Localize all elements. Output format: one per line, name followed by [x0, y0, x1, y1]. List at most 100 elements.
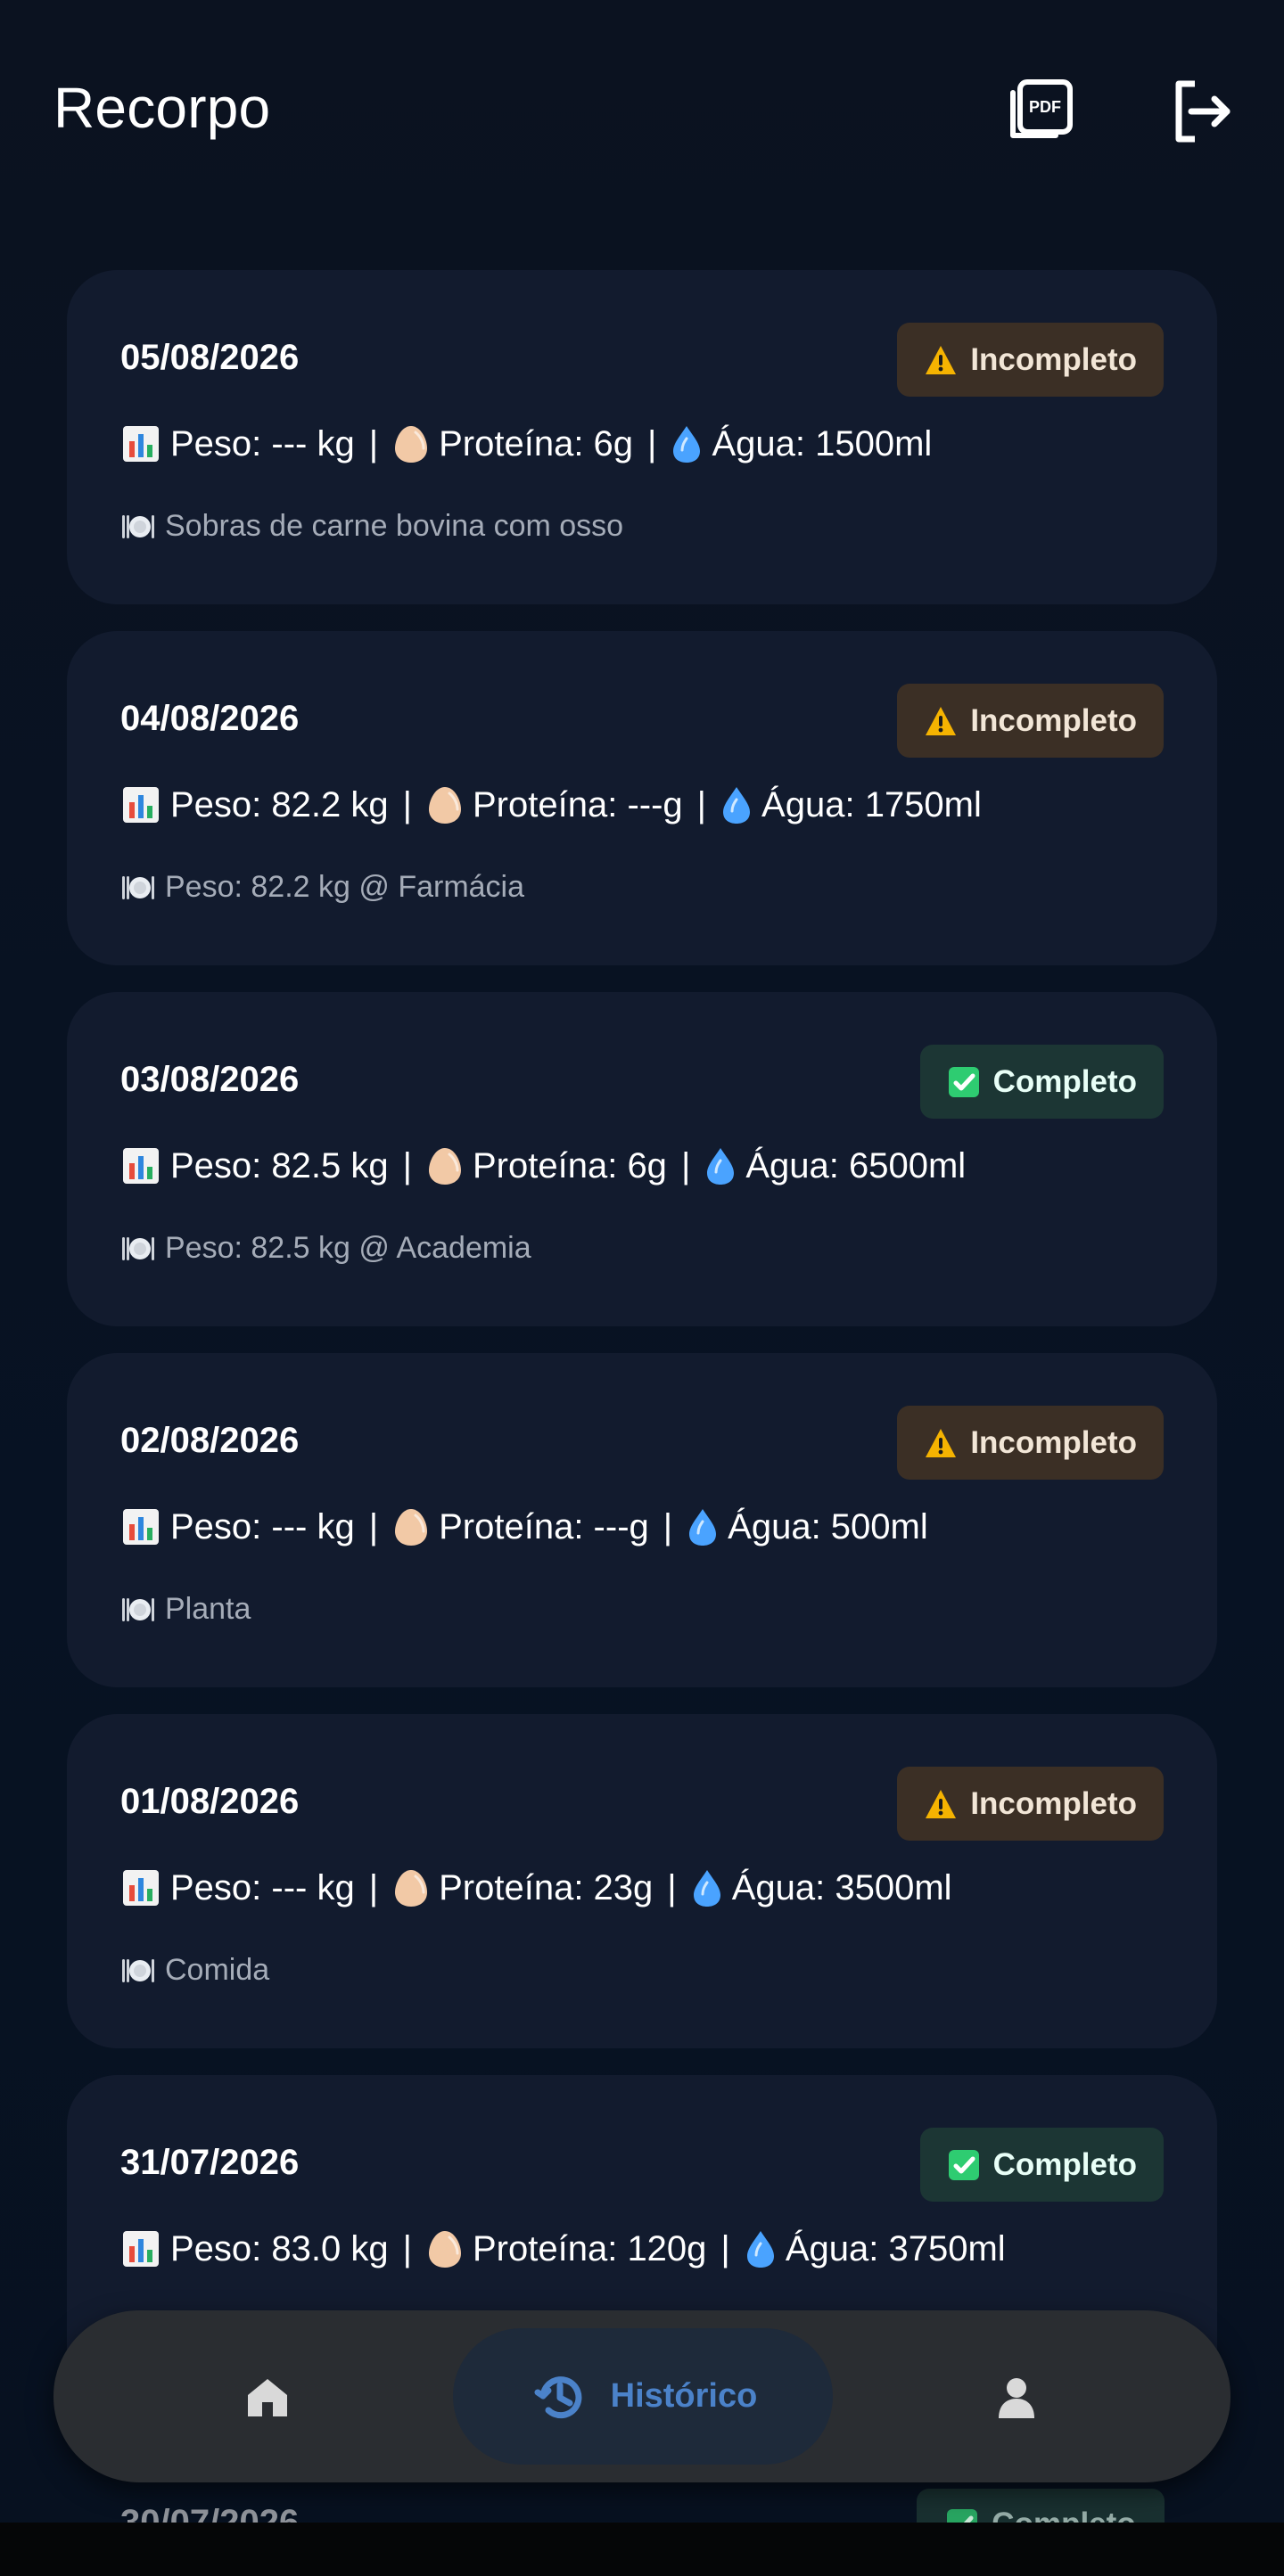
export-pdf-button[interactable]: PDF: [1004, 73, 1081, 150]
separator: |: [696, 784, 707, 824]
entry-date: 05/08/2026: [120, 338, 300, 377]
egg-icon: [392, 1506, 430, 1547]
warning-icon: [924, 1426, 958, 1460]
logout-icon: [1165, 73, 1241, 150]
water-text: Água: 3750ml: [785, 2228, 1006, 2268]
status-text: Completo: [992, 1063, 1137, 1099]
status-text: Incompleto: [970, 702, 1137, 738]
status-badge: Incompleto: [897, 323, 1164, 397]
entry-note: Peso: 82.2 kg @ Farmácia: [120, 870, 524, 905]
water-drop-icon: [671, 423, 703, 464]
logout-button[interactable]: [1165, 73, 1241, 150]
entry-date: 04/08/2026: [120, 699, 300, 738]
entry-date: 01/08/2026: [120, 1782, 300, 1821]
entry-metrics: Peso: 83.0 kg | Proteína: 120g | Água: 3…: [120, 2228, 1006, 2269]
status-text: Incompleto: [970, 1424, 1137, 1460]
check-icon: [947, 1065, 981, 1099]
egg-icon: [426, 784, 464, 825]
weight-text: Peso: --- kg: [170, 1867, 355, 1907]
separator: |: [368, 1867, 379, 1907]
water-drop-icon: [745, 2228, 777, 2269]
egg-icon: [392, 1867, 430, 1908]
protein-text: Proteína: ---g: [439, 1506, 649, 1546]
bottom-navigation: Histórico: [54, 2310, 1230, 2482]
separator: |: [368, 1506, 379, 1546]
weight-text: Peso: 82.2 kg: [170, 784, 389, 824]
entry-metrics: Peso: --- kg | Proteína: 23g | Água: 350…: [120, 1867, 952, 1908]
separator: |: [402, 2228, 412, 2268]
entry-note: Planta: [120, 1592, 251, 1627]
note-text: Sobras de carne bovina com osso: [165, 509, 624, 543]
entry-note: Comida: [120, 1953, 269, 1988]
separator: |: [402, 1145, 412, 1185]
egg-icon: [426, 2228, 464, 2269]
history-entry-card[interactable]: 04/08/2026 Incompleto Peso: 82.2 kg | Pr…: [67, 631, 1217, 965]
note-text: Peso: 82.2 kg @ Farmácia: [165, 870, 525, 904]
water-text: Água: 1750ml: [761, 784, 982, 824]
water-drop-icon: [687, 1506, 719, 1547]
water-drop-icon: [720, 784, 753, 825]
history-entry-card[interactable]: 05/08/2026 Incompleto Peso: --- kg | Pro…: [67, 270, 1217, 604]
app-header: Recorpo PDF: [0, 0, 1284, 223]
protein-text: Proteína: 6g: [473, 1145, 667, 1185]
entry-date: 02/08/2026: [120, 1421, 300, 1460]
protein-text: Proteína: ---g: [473, 784, 683, 824]
entry-date: 31/07/2026: [120, 2143, 300, 2182]
warning-icon: [924, 1787, 958, 1821]
app-title: Recorpo: [54, 76, 271, 140]
water-text: Água: 1500ml: [712, 423, 933, 464]
separator: |: [680, 1145, 691, 1185]
warning-icon: [924, 704, 958, 738]
note-text: Peso: 82.5 kg @ Academia: [165, 1231, 531, 1265]
entry-note: Sobras de carne bovina com osso: [120, 509, 623, 544]
meal-icon: [120, 512, 156, 542]
warning-icon: [924, 343, 958, 377]
status-badge: Completo: [919, 2128, 1164, 2202]
svg-text:PDF: PDF: [1029, 98, 1061, 116]
water-text: Água: 6500ml: [745, 1145, 967, 1185]
status-badge: Incompleto: [897, 1767, 1164, 1841]
history-entry-card[interactable]: 03/08/2026 Completo Peso: 82.5 kg | Prot…: [67, 992, 1217, 1326]
entry-metrics: Peso: 82.2 kg | Proteína: ---g | Água: 1…: [120, 784, 982, 825]
bar-chart-icon: [120, 1506, 161, 1547]
entry-metrics: Peso: 82.5 kg | Proteína: 6g | Água: 650…: [120, 1145, 966, 1186]
protein-text: Proteína: 120g: [473, 2228, 707, 2268]
history-entry-card[interactable]: 02/08/2026 Incompleto Peso: --- kg | Pro…: [67, 1353, 1217, 1687]
entry-date: 03/08/2026: [120, 1060, 300, 1099]
bar-chart-icon: [120, 2228, 161, 2269]
pdf-icon: PDF: [1004, 73, 1081, 150]
entry-note: Peso: 82.5 kg @ Academia: [120, 1231, 531, 1266]
weight-text: Peso: 83.0 kg: [170, 2228, 389, 2268]
check-icon: [947, 2148, 981, 2182]
meal-icon: [120, 1956, 156, 1986]
protein-text: Proteína: 23g: [439, 1867, 654, 1907]
nav-profile-button[interactable]: [945, 2328, 1088, 2465]
status-text: Completo: [992, 2146, 1137, 2182]
bar-chart-icon: [120, 1867, 161, 1908]
egg-icon: [426, 1145, 464, 1186]
system-navigation-bar: [0, 2523, 1284, 2576]
water-drop-icon: [691, 1867, 723, 1908]
separator: |: [402, 784, 412, 824]
status-badge: Completo: [919, 1045, 1164, 1119]
meal-icon: [120, 1234, 156, 1264]
entry-metrics: Peso: --- kg | Proteína: 6g | Água: 1500…: [120, 423, 932, 464]
egg-icon: [392, 423, 430, 464]
nav-history-button[interactable]: Histórico: [453, 2328, 833, 2465]
water-text: Água: 3500ml: [731, 1867, 952, 1907]
meal-icon: [120, 873, 156, 903]
separator: |: [368, 423, 379, 464]
nav-home-button[interactable]: [196, 2328, 339, 2465]
note-text: Planta: [165, 1592, 251, 1626]
history-entry-card[interactable]: 01/08/2026 Incompleto Peso: --- kg | Pro…: [67, 1714, 1217, 2048]
weight-text: Peso: --- kg: [170, 423, 355, 464]
bar-chart-icon: [120, 784, 161, 825]
meal-icon: [120, 1595, 156, 1625]
status-badge: Incompleto: [897, 1406, 1164, 1480]
water-drop-icon: [704, 1145, 737, 1186]
separator: |: [667, 1867, 677, 1907]
bar-chart-icon: [120, 423, 161, 464]
note-text: Comida: [165, 1953, 270, 1987]
separator: |: [647, 423, 657, 464]
water-text: Água: 500ml: [728, 1506, 928, 1546]
